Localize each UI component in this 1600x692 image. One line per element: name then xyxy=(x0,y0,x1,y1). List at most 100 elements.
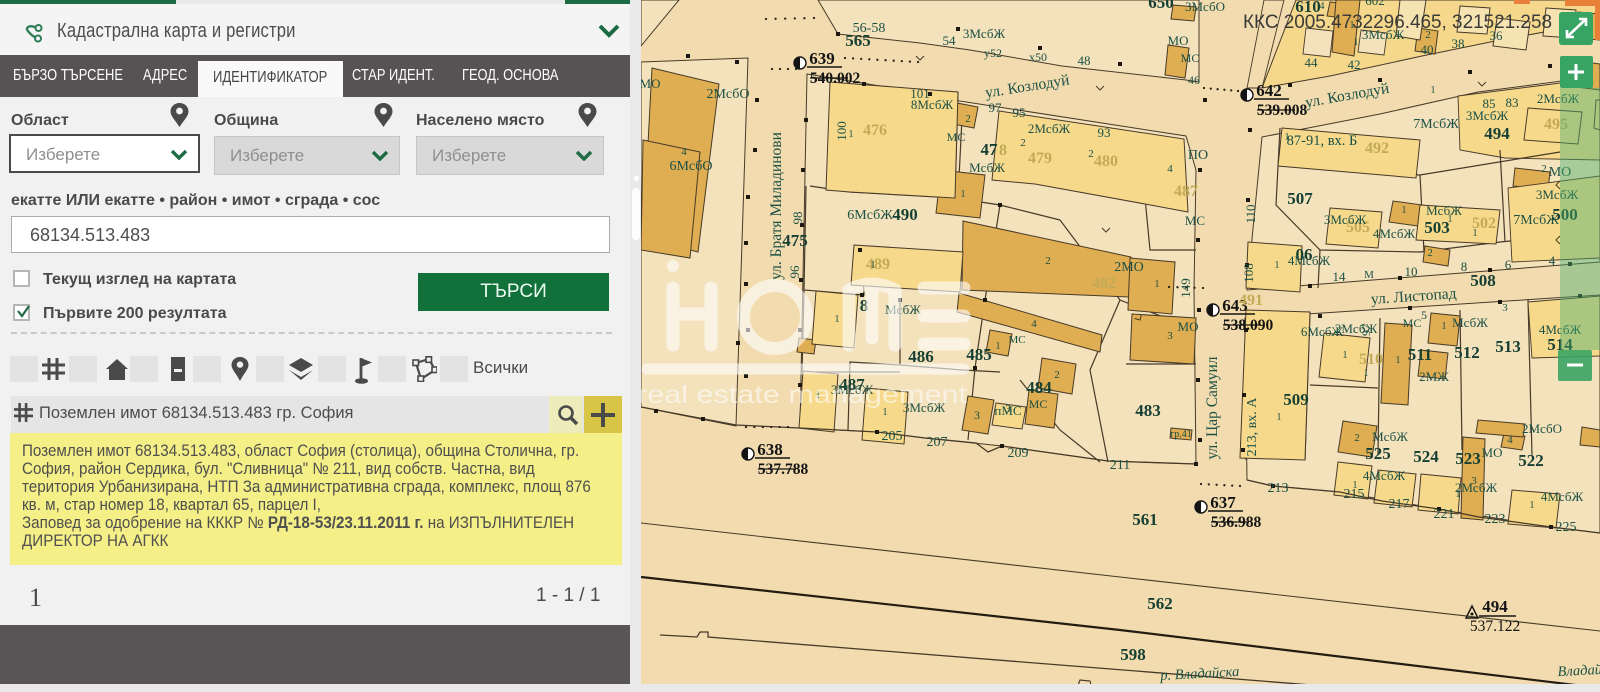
svg-text:509: 509 xyxy=(1283,390,1309,409)
svg-text:3МсбЖ: 3МсбЖ xyxy=(1466,108,1509,123)
svg-text:2МсбЖ: 2МсбЖ xyxy=(1028,121,1071,136)
svg-text:1: 1 xyxy=(1431,85,1436,96)
svg-text:48: 48 xyxy=(1078,53,1091,68)
svg-text:97: 97 xyxy=(989,100,1003,115)
svg-text:46: 46 xyxy=(1188,73,1200,87)
svg-text:4: 4 xyxy=(1549,253,1556,268)
svg-text:510: 510 xyxy=(1359,351,1383,368)
svg-text:221: 221 xyxy=(1434,507,1455,522)
svg-text:МсбЖ: МсбЖ xyxy=(1426,203,1462,218)
svg-text:х50: х50 xyxy=(1029,50,1047,64)
svg-text:6: 6 xyxy=(1505,257,1512,272)
svg-text:МС: МС xyxy=(1185,213,1205,228)
svg-text:real estate management: real estate management xyxy=(641,381,967,409)
svg-text:110: 110 xyxy=(1243,204,1258,223)
svg-text:492: 492 xyxy=(1365,140,1389,157)
svg-text:598: 598 xyxy=(1120,645,1146,664)
svg-text:480: 480 xyxy=(1094,153,1118,170)
svg-text:2МсбО: 2МсбО xyxy=(1522,421,1562,436)
svg-text:494: 494 xyxy=(1484,124,1510,143)
svg-text:562: 562 xyxy=(1147,594,1173,613)
svg-text:209: 209 xyxy=(1008,446,1029,461)
svg-text:1: 1 xyxy=(1275,260,1280,271)
svg-text:1: 1 xyxy=(1448,214,1453,225)
svg-text:100: 100 xyxy=(834,121,849,141)
svg-text:483: 483 xyxy=(1135,401,1161,420)
svg-text:3: 3 xyxy=(1167,330,1173,342)
svg-text:6МсбО: 6МсбО xyxy=(669,159,712,174)
svg-text:637: 637 xyxy=(1210,493,1236,512)
svg-text:523: 523 xyxy=(1455,449,1481,468)
svg-text:Владай: Владай xyxy=(1557,662,1600,680)
svg-text:2: 2 xyxy=(965,113,971,125)
svg-text:МО: МО xyxy=(1178,319,1199,334)
svg-text:205: 205 xyxy=(882,429,903,444)
svg-text:2: 2 xyxy=(1354,432,1360,444)
svg-text:38: 38 xyxy=(1452,36,1465,51)
svg-text:4: 4 xyxy=(1167,163,1173,175)
svg-text:479: 479 xyxy=(1028,150,1052,167)
svg-text:490: 490 xyxy=(892,205,918,224)
svg-text:3МсбЖ: 3МсбЖ xyxy=(1324,212,1367,227)
svg-text:4: 4 xyxy=(1031,318,1037,330)
svg-text:524: 524 xyxy=(1413,447,1439,466)
svg-text:10: 10 xyxy=(1405,264,1418,279)
svg-text:602: 602 xyxy=(1365,0,1385,8)
svg-text:537.122: 537.122 xyxy=(1470,618,1520,635)
svg-text:ККС 2005.4732296.465, 321521.2: ККС 2005.4732296.465, 321521.258 xyxy=(1243,11,1552,33)
svg-text:МО: МО xyxy=(1482,445,1503,460)
svg-text:ул. Цар Самуил: ул. Цар Самуил xyxy=(1204,356,1221,459)
svg-text:98: 98 xyxy=(790,212,805,225)
svg-text:2: 2 xyxy=(1427,247,1433,259)
svg-text:8: 8 xyxy=(1461,259,1468,274)
svg-text:3: 3 xyxy=(1471,475,1477,487)
svg-text:507: 507 xyxy=(1287,189,1313,208)
svg-text:1: 1 xyxy=(871,260,876,271)
svg-text:1: 1 xyxy=(1456,489,1461,500)
svg-text:650: 650 xyxy=(1148,0,1174,12)
svg-text:149: 149 xyxy=(1178,278,1193,298)
svg-text:М: М xyxy=(1364,269,1374,281)
svg-text:3: 3 xyxy=(974,408,980,422)
svg-text:1: 1 xyxy=(835,314,840,325)
svg-text:ПО: ПО xyxy=(1188,148,1208,163)
svg-text:1: 1 xyxy=(1155,279,1160,290)
svg-text:522: 522 xyxy=(1518,451,1544,470)
svg-text:3: 3 xyxy=(1005,403,1011,415)
svg-text:213, вх. А: 213, вх. А xyxy=(1245,397,1260,457)
svg-text:484: 484 xyxy=(1026,378,1052,397)
svg-text:МсбЖ: МсбЖ xyxy=(1452,315,1488,330)
svg-text:513: 513 xyxy=(1495,337,1521,356)
svg-text:14: 14 xyxy=(1333,269,1347,284)
svg-text:2: 2 xyxy=(1020,137,1026,149)
svg-text:7МсбЖ: 7МсбЖ xyxy=(1413,117,1459,132)
svg-text:4МсбЖ: 4МсбЖ xyxy=(1288,253,1331,268)
svg-text:42: 42 xyxy=(1348,57,1361,72)
svg-text:40: 40 xyxy=(1421,42,1434,57)
svg-text:1: 1 xyxy=(1442,321,1447,332)
svg-text:1: 1 xyxy=(1285,132,1290,143)
svg-text:1: 1 xyxy=(961,189,966,200)
svg-text:1: 1 xyxy=(1343,350,1348,361)
svg-text:6МсбЖ: 6МсбЖ xyxy=(847,208,893,223)
svg-text:3МсбЖ: 3МсбЖ xyxy=(963,26,1006,41)
svg-text:97: 97 xyxy=(1359,324,1373,336)
svg-text:87-91, вх. Б: 87-91, вх. Б xyxy=(1287,133,1358,149)
svg-text:2: 2 xyxy=(1541,163,1547,175)
svg-text:МС: МС xyxy=(1029,397,1048,411)
svg-text:МО: МО xyxy=(1168,33,1189,48)
svg-text:2: 2 xyxy=(1088,148,1094,160)
svg-text:54: 54 xyxy=(943,33,957,48)
svg-text:8МсбЖ: 8МсбЖ xyxy=(911,97,954,112)
svg-text:512: 512 xyxy=(1454,343,1480,362)
svg-text:1: 1 xyxy=(849,129,854,140)
svg-text:МС: МС xyxy=(1008,334,1025,346)
svg-text:4: 4 xyxy=(681,146,687,158)
svg-text:1: 1 xyxy=(1402,205,1407,216)
svg-text:4МсбЖ: 4МсбЖ xyxy=(1363,468,1406,483)
svg-text:4МсбЖ: 4МсбЖ xyxy=(1373,226,1416,241)
svg-text:1: 1 xyxy=(1396,355,1401,366)
svg-text:ул. Братя Миладинови: ул. Братя Миладинови xyxy=(768,132,785,280)
svg-text:47: 47 xyxy=(981,140,999,159)
svg-text:4: 4 xyxy=(1507,434,1513,446)
